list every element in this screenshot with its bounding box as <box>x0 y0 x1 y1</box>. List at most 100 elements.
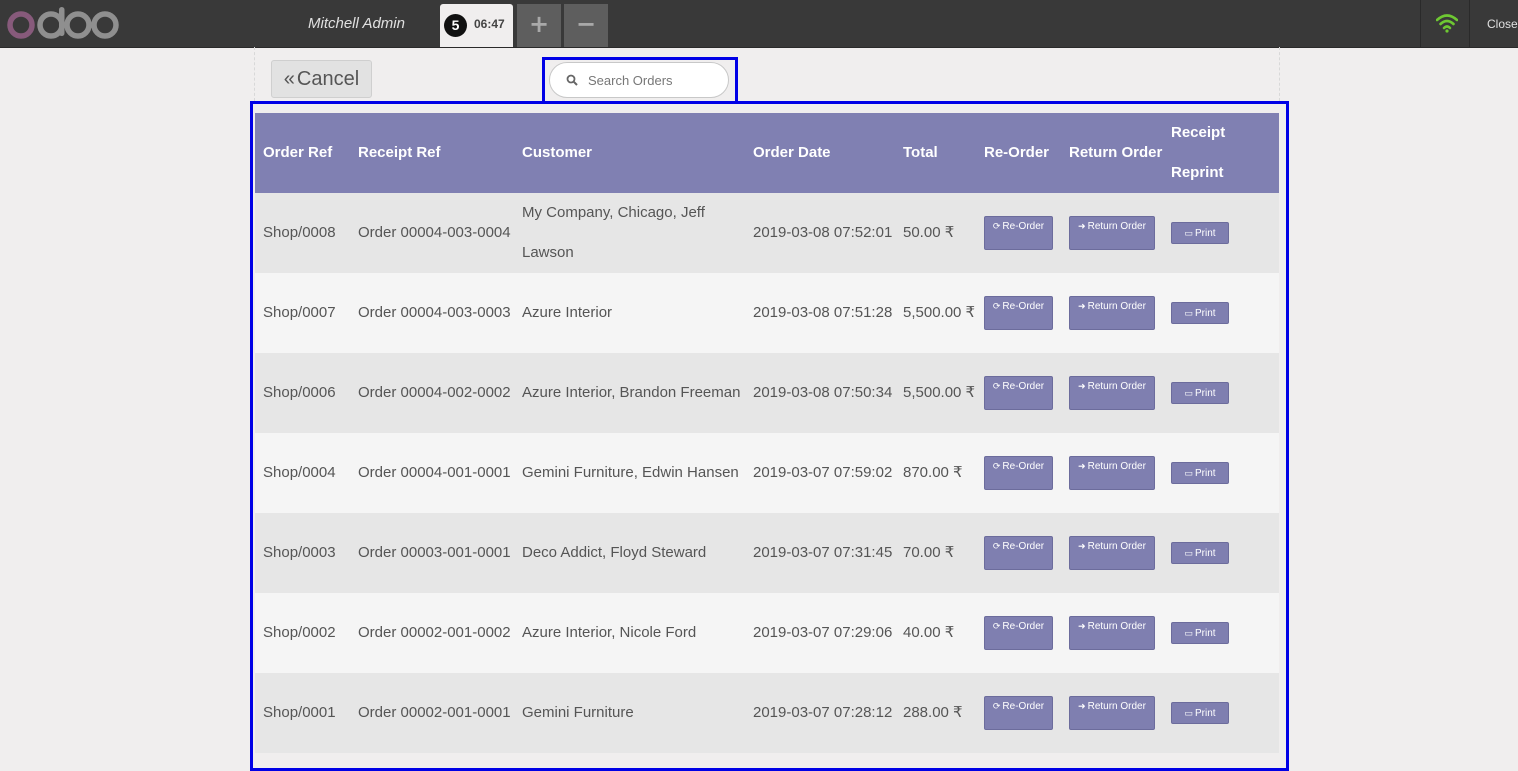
search-box[interactable] <box>549 62 729 98</box>
return-cell: ➜ Return Order <box>1061 433 1163 513</box>
order-tab[interactable]: 5 06:47 <box>440 4 513 47</box>
print-receipt-button[interactable]: ▭ Print <box>1171 542 1229 565</box>
order-date-cell: 2019-03-07 07:59:02 <box>745 433 895 513</box>
order-number-badge: 5 <box>444 14 467 37</box>
order-ref-cell: Shop/0003 <box>255 513 350 593</box>
topbar-divider <box>1420 0 1421 47</box>
return-order-button[interactable]: ➜ Return Order <box>1069 376 1155 411</box>
reorder-cell: ⟳ Re-Order <box>976 433 1061 513</box>
odoo-logo: odoo <box>7 7 119 39</box>
delete-order-button[interactable]: − <box>564 4 608 47</box>
button-label: Return Order <box>1087 221 1146 233</box>
button-label: Re-Order <box>1002 381 1045 393</box>
new-order-button[interactable]: + <box>517 4 561 47</box>
return-cell: ➜ Return Order <box>1061 513 1163 593</box>
receipt-ref-cell: Order 00004-003-0003 <box>350 273 514 353</box>
order-ref-cell: Shop/0002 <box>255 593 350 673</box>
button-label: Re-Order <box>1002 541 1045 553</box>
customer-cell: Azure Interior, Brandon Freeman <box>514 353 745 433</box>
table-row[interactable]: Shop/0006 Order 00004-002-0002 Azure Inter… <box>255 353 1279 433</box>
return-cell: ➜ Return Order <box>1061 673 1163 753</box>
close-button[interactable]: Close <box>1487 17 1518 31</box>
double-chevron-left-icon: « <box>283 68 295 90</box>
return-order-button[interactable]: ➜ Return Order <box>1069 536 1155 571</box>
reorder-button[interactable]: ⟳ Re-Order <box>984 216 1053 251</box>
column-header: Return Order <box>1061 113 1163 193</box>
reorder-button[interactable]: ⟳ Re-Order <box>984 456 1053 491</box>
printer-icon: ▭ <box>1184 708 1193 719</box>
reorder-button[interactable]: ⟳ Re-Order <box>984 536 1053 571</box>
button-label: Print <box>1194 228 1216 240</box>
total-cell: 870.00 ₹ <box>895 433 976 513</box>
print-cell: ▭ Print <box>1163 433 1279 513</box>
column-header: Order Date <box>745 113 895 193</box>
order-date-cell: 2019-03-07 07:31:45 <box>745 513 895 593</box>
receipt-ref-cell: Order 00002-001-0002 <box>350 593 514 673</box>
print-receipt-button[interactable]: ▭ Print <box>1171 622 1229 645</box>
print-receipt-button[interactable]: ▭ Print <box>1171 382 1229 405</box>
return-order-button[interactable]: ➜ Return Order <box>1069 296 1155 331</box>
return-cell: ➜ Return Order <box>1061 193 1163 273</box>
sign-in-icon: ➜ <box>1078 221 1086 232</box>
button-label: Return Order <box>1087 461 1146 473</box>
receipt-ref-cell: Order 00004-002-0002 <box>350 353 514 433</box>
print-receipt-button[interactable]: ▭ Print <box>1171 702 1229 725</box>
return-order-button[interactable]: ➜ Return Order <box>1069 616 1155 651</box>
order-date-cell: 2019-03-07 07:28:12 <box>745 673 895 753</box>
print-cell: ▭ Print <box>1163 593 1279 673</box>
print-cell: ▭ Print <box>1163 353 1279 433</box>
button-label: Print <box>1194 548 1216 560</box>
order-ref-cell: Shop/0007 <box>255 273 350 353</box>
print-receipt-button[interactable]: ▭ Print <box>1171 222 1229 245</box>
return-order-button[interactable]: ➜ Return Order <box>1069 696 1155 731</box>
print-receipt-button[interactable]: ▭ Print <box>1171 462 1229 485</box>
order-date-cell: 2019-03-08 07:50:34 <box>745 353 895 433</box>
column-header: Receipt Reprint <box>1163 113 1279 193</box>
table-row[interactable]: Shop/0003 Order 00003-001-0001 Deco Addict… <box>255 513 1279 593</box>
order-date-cell: 2019-03-07 07:29:06 <box>745 593 895 673</box>
button-label: Re-Order <box>1002 461 1045 473</box>
customer-cell: Azure Interior <box>514 273 745 353</box>
total-cell: 5,500.00 ₹ <box>895 353 976 433</box>
refresh-icon: ⟳ <box>992 621 1001 632</box>
screen-border <box>1279 47 1280 101</box>
button-label: Return Order <box>1087 301 1146 313</box>
refresh-icon: ⟳ <box>992 221 1001 232</box>
sign-in-icon: ➜ <box>1078 301 1086 312</box>
table-row[interactable]: Shop/0008 Order 00004-003-0004 My Company,… <box>255 193 1279 273</box>
wifi-icon[interactable] <box>1436 13 1458 33</box>
reorder-button[interactable]: ⟳ Re-Order <box>984 376 1053 411</box>
column-header: Total <box>895 113 976 193</box>
total-cell: 288.00 ₹ <box>895 673 976 753</box>
table-row[interactable]: Shop/0002 Order 00002-001-0002 Azure Inter… <box>255 593 1279 673</box>
receipt-ref-cell: Order 00004-003-0004 <box>350 193 514 273</box>
sign-in-icon: ➜ <box>1078 621 1086 632</box>
search-input[interactable] <box>588 70 718 90</box>
table-row[interactable]: Shop/0001 Order 00002-001-0001 Gemini Furn… <box>255 673 1279 753</box>
reorder-button[interactable]: ⟳ Re-Order <box>984 616 1053 651</box>
table-row[interactable]: Shop/0004 Order 00004-001-0001 Gemini Furn… <box>255 433 1279 513</box>
button-label: Return Order <box>1087 381 1146 393</box>
button-label: Print <box>1194 468 1216 480</box>
return-order-button[interactable]: ➜ Return Order <box>1069 456 1155 491</box>
print-receipt-button[interactable]: ▭ Print <box>1171 302 1229 325</box>
column-header: Re-Order <box>976 113 1061 193</box>
return-order-button[interactable]: ➜ Return Order <box>1069 216 1155 251</box>
cashier-name[interactable]: Mitchell Admin <box>308 15 405 32</box>
return-cell: ➜ Return Order <box>1061 273 1163 353</box>
reorder-button[interactable]: ⟳ Re-Order <box>984 696 1053 731</box>
total-cell: 40.00 ₹ <box>895 593 976 673</box>
reorder-cell: ⟳ Re-Order <box>976 193 1061 273</box>
refresh-icon: ⟳ <box>992 461 1001 472</box>
reorder-button[interactable]: ⟳ Re-Order <box>984 296 1053 331</box>
button-label: Re-Order <box>1002 621 1045 633</box>
order-time: 06:47 <box>474 17 505 31</box>
customer-cell: Deco Addict, Floyd Steward <box>514 513 745 593</box>
button-label: Return Order <box>1087 621 1146 633</box>
print-cell: ▭ Print <box>1163 513 1279 593</box>
print-cell: ▭ Print <box>1163 273 1279 353</box>
cancel-button[interactable]: «Cancel <box>271 60 372 98</box>
table-row[interactable]: Shop/0007 Order 00004-003-0003 Azure Inter… <box>255 273 1279 353</box>
total-cell: 70.00 ₹ <box>895 513 976 593</box>
button-label: Return Order <box>1087 701 1146 713</box>
